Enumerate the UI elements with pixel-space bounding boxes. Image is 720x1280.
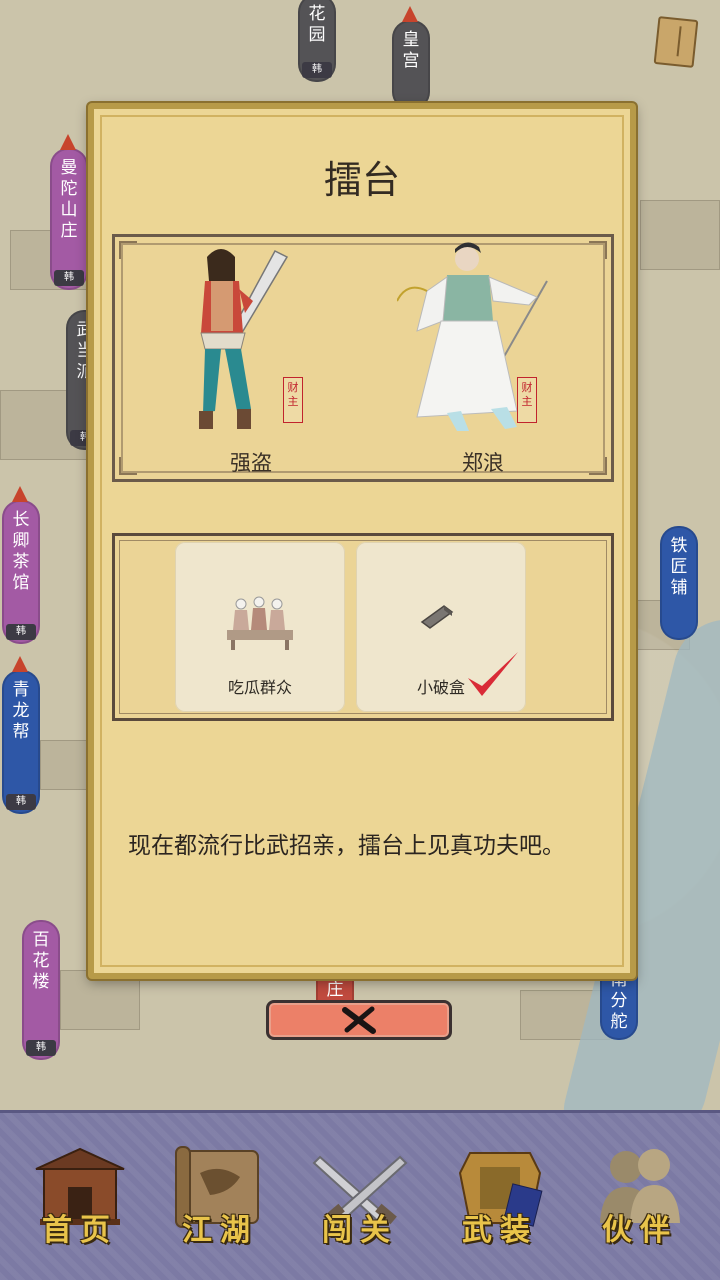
map-location-palace[interactable]: 皇宫 bbox=[392, 6, 430, 110]
item-card-small-broken-box[interactable]: 小破盒 bbox=[356, 542, 526, 712]
map-location-qinglong-gang[interactable]: 青龙帮 韩 bbox=[2, 656, 40, 814]
location-name: 庄 bbox=[326, 980, 344, 1000]
nav-armament[interactable]: 武装 bbox=[440, 1143, 560, 1263]
dialog-title: 擂台 bbox=[323, 158, 400, 202]
nav-challenge[interactable]: 闯关 bbox=[300, 1143, 420, 1263]
nav-label: 武装 bbox=[462, 1213, 538, 1248]
seal-stamp: 财主 bbox=[283, 377, 303, 423]
map-building bbox=[60, 970, 140, 1030]
check-icon bbox=[468, 652, 518, 696]
close-icon bbox=[342, 1006, 376, 1034]
location-tag: 韩 bbox=[26, 1040, 56, 1056]
items-panel: 吃瓜群众 小破盒 bbox=[112, 533, 614, 721]
broken-box-icon bbox=[420, 605, 454, 629]
map-location-baihua-tower[interactable]: 百花楼 韩 bbox=[22, 920, 60, 1060]
nav-label: 伙伴 bbox=[602, 1213, 678, 1248]
nav-jianghu[interactable]: 江湖 bbox=[160, 1143, 280, 1263]
onlookers-icon bbox=[227, 596, 293, 650]
location-name: 长卿茶馆 bbox=[12, 510, 30, 593]
frame-corner bbox=[589, 241, 607, 259]
item-label: 吃瓜群众 bbox=[227, 678, 292, 697]
nav-companions[interactable]: 伙伴 bbox=[580, 1143, 700, 1263]
nav-label: 闯关 bbox=[322, 1213, 398, 1248]
flag-icon bbox=[60, 134, 76, 150]
location-name: 百花楼 bbox=[32, 930, 50, 992]
flag-icon bbox=[12, 656, 28, 672]
location-name: 南分舵 bbox=[610, 970, 628, 1032]
location-name: 曼陀山庄 bbox=[60, 158, 78, 241]
fighter-zheng-lang[interactable]: 财主 郑浪 bbox=[377, 237, 577, 477]
nav-home[interactable]: 首页 bbox=[20, 1143, 140, 1263]
flag-icon bbox=[12, 486, 28, 502]
map-location-garden[interactable]: 花园 韩 bbox=[298, 0, 336, 82]
nav-label: 江湖 bbox=[182, 1213, 258, 1248]
map-location-blacksmith[interactable]: 铁匠铺 bbox=[660, 526, 698, 640]
frame-corner bbox=[119, 241, 137, 259]
location-name: 皇宫 bbox=[402, 30, 420, 71]
seal-stamp: 财主 bbox=[517, 377, 537, 423]
location-tag: 韩 bbox=[302, 62, 332, 78]
frame-corner bbox=[119, 457, 137, 475]
location-tag: 韩 bbox=[6, 624, 36, 640]
nav-label: 首页 bbox=[42, 1213, 118, 1248]
close-button[interactable] bbox=[266, 1000, 452, 1040]
dialog-description: 现在都流行比武招亲，擂台上见真功夫吧。 bbox=[128, 833, 565, 859]
frame-corner bbox=[589, 457, 607, 475]
location-tag: 韩 bbox=[54, 270, 84, 286]
fighter-name: 郑浪 bbox=[462, 451, 504, 475]
location-tag: 韩 bbox=[6, 794, 36, 810]
fighter-name: 强盗 bbox=[230, 451, 272, 475]
map-book-icon[interactable] bbox=[653, 16, 699, 68]
location-name: 青龙帮 bbox=[12, 680, 30, 742]
item-card-onlookers[interactable]: 吃瓜群众 bbox=[175, 542, 345, 712]
arena-dialog: 擂台 财主 强盗 财 主 郑浪 吃瓜群众 小破盒 现在都流行比武招亲，擂台上见真… bbox=[88, 103, 636, 979]
flag-icon bbox=[402, 6, 418, 22]
bottom-navigation: 首页 江湖 闯关 武装 伙伴 bbox=[0, 1110, 720, 1280]
versus-panel: 财主 强盗 财主 郑浪 bbox=[112, 234, 614, 482]
location-name: 铁匠铺 bbox=[670, 536, 688, 598]
location-name: 花园 bbox=[308, 4, 326, 45]
map-location-mantuo-villa[interactable]: 曼陀山庄 韩 bbox=[50, 134, 88, 290]
fighter-bandit[interactable]: 财主 强盗 bbox=[145, 237, 345, 477]
map-location-changqing-teahouse[interactable]: 长卿茶馆 韩 bbox=[2, 486, 40, 644]
map-building bbox=[640, 200, 720, 270]
